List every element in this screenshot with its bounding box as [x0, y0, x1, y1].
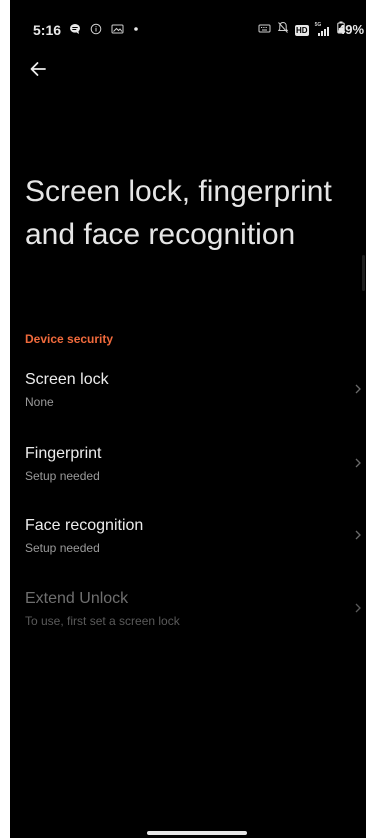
setting-face-recognition[interactable]: Face recognition Setup needed [10, 516, 366, 580]
info-circle-icon [90, 22, 102, 40]
page-title: Screen lock, fingerprint and face recogn… [25, 175, 332, 251]
setting-fingerprint[interactable]: Fingerprint Setup needed [10, 444, 366, 508]
keyboard-icon [258, 21, 271, 39]
setting-subtitle: To use, first set a screen lock [25, 614, 180, 628]
notification-icons [69, 22, 139, 40]
signal-icon: 5G [315, 22, 331, 37]
setting-title: Extend Unlock [25, 590, 129, 607]
arrow-left-icon [29, 61, 47, 82]
screen: 5:16 HD 5G 49% Screen lock, fingerprint … [10, 0, 366, 838]
chevron-right-icon [354, 528, 362, 546]
section-header-device-security: Device security [25, 332, 114, 346]
setting-subtitle: Setup needed [25, 541, 100, 555]
dot-icon [133, 22, 139, 40]
back-button[interactable] [24, 57, 52, 85]
setting-title: Face recognition [25, 517, 144, 534]
system-icons: HD 5G [258, 21, 345, 39]
hd-label: HD [296, 25, 308, 35]
chevron-right-icon [354, 601, 362, 619]
battery-percentage: 49% [338, 22, 365, 37]
setting-title: Fingerprint [25, 445, 102, 462]
status-bar: 5:16 HD 5G 49% [10, 0, 366, 56]
setting-subtitle: None [25, 395, 54, 409]
image-icon [111, 22, 124, 40]
setting-title: Screen lock [25, 371, 109, 388]
home-gesture-bar[interactable] [147, 831, 247, 835]
setting-extend-unlock[interactable]: Extend Unlock To use, first set a screen… [10, 589, 366, 653]
chevron-right-icon [354, 382, 362, 400]
bell-off-icon [277, 21, 289, 39]
chevron-right-icon [354, 456, 362, 474]
setting-subtitle: Setup needed [25, 469, 100, 483]
hd-badge-icon: HD [295, 24, 309, 36]
setting-screen-lock[interactable]: Screen lock None [10, 370, 366, 434]
scroll-edge-indicator [362, 255, 365, 291]
status-time: 5:16 [33, 22, 62, 38]
chat-bubble-icon [69, 22, 81, 40]
